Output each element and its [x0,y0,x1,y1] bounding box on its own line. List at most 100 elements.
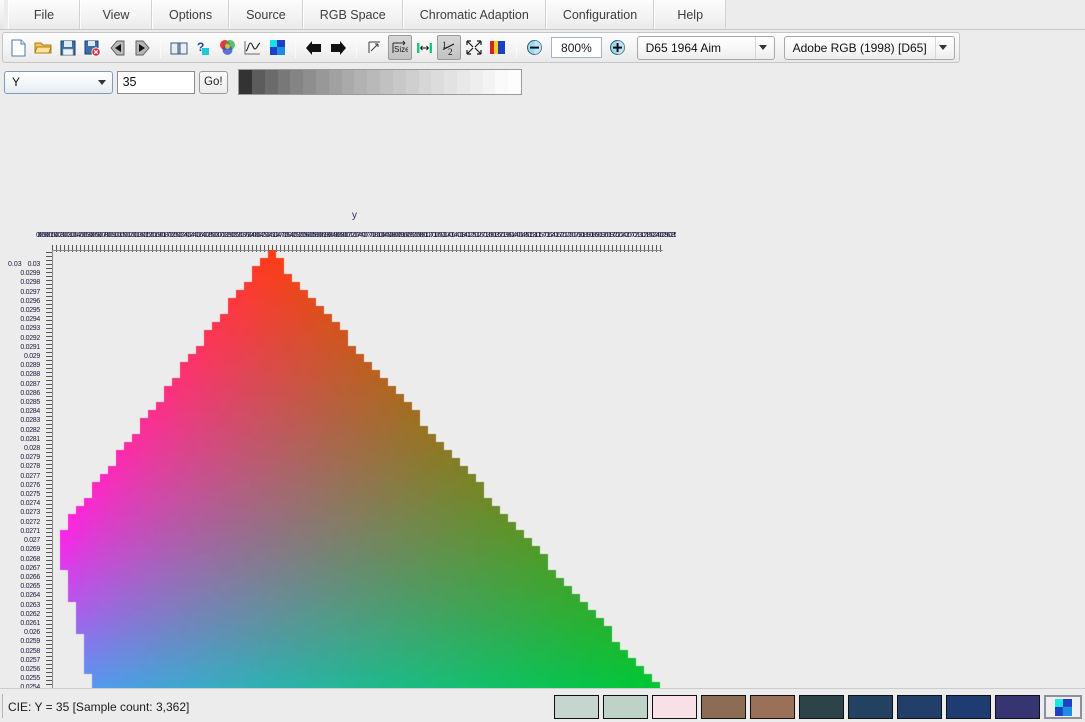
svg-text:2: 2 [448,47,453,56]
gamut-canvas[interactable] [52,250,664,722]
menu-item-label: Source [246,7,286,22]
menu-options[interactable]: Options [152,0,230,29]
gradient-step-13 [405,70,419,94]
menu-view[interactable]: View [80,0,152,29]
book-icon[interactable] [167,35,191,60]
fit-width-icon[interactable] [413,35,437,60]
aim-white-point-select[interactable]: D65 1964 Aim [636,35,775,60]
y-axis-title: y [352,210,357,221]
chevron-down-icon[interactable] [754,36,770,59]
menu-file[interactable]: File [8,0,80,29]
y-tick-label: 0.029 [23,353,40,361]
menu-item-label: RGB Space [319,7,386,22]
new-file-icon[interactable] [7,35,31,60]
y-tick-label: 0.027 [23,537,40,545]
menu-item-label: View [102,7,130,22]
gradient-step-17 [456,70,470,94]
color-swatch-0[interactable] [554,695,599,719]
curve-graph-icon[interactable] [241,35,265,60]
gradient-step-19 [482,70,496,94]
y-tick-label: 0.0268 [20,555,40,563]
arrow-right-icon[interactable] [327,35,351,60]
menu-configuration[interactable]: Configuration [545,0,655,29]
toolbar-separator [159,37,161,58]
y-tick-label: 0.0259 [20,638,40,646]
color-wheel-icon[interactable] [216,35,240,60]
arrow-left-icon[interactable] [302,35,326,60]
help-query-icon[interactable]: ? [191,35,215,60]
gradient-step-4 [290,70,304,94]
gradient-step-11 [380,70,393,94]
slice-value-input[interactable]: 35 [116,70,195,94]
color-bars-icon[interactable] [265,35,289,60]
color-swatch-1[interactable] [603,695,648,719]
y-tick-label: 0.0289 [20,362,40,370]
chevron-down-icon[interactable] [934,36,950,59]
y-tick-label: 0.0267 [20,564,40,572]
menu-bar: File View Options Source RGB Space Chromatic … [0,0,1085,30]
gradient-step-21 [508,70,521,94]
y-tick-label: 0.0285 [20,399,40,407]
y-tick-label: 0.0262 [20,610,40,618]
y-tick-label: 0.0266 [20,573,40,581]
color-swatch-3[interactable] [701,695,746,719]
save-icon[interactable] [56,35,80,60]
toolbar-separator [295,37,297,58]
zoom-out-icon[interactable] [523,35,547,60]
y-tick-label: 0.0283 [20,417,40,425]
y-tick-label: 0.0276 [20,481,40,489]
menu-chromatic-adaption[interactable]: Chromatic Adaption [402,0,546,29]
color-picker-icon[interactable] [1044,695,1082,719]
color-swatch-6[interactable] [848,695,893,719]
menu-item-label: File [33,7,55,22]
y-axis-tick-labels: 0.03 0.0299 0.0298 0.0297 0.0296 0.0295 0.0294… [2,260,40,722]
gradient-step-6 [316,70,329,94]
y-tick-label: 0.0297 [20,288,40,296]
menu-rgb-space[interactable]: RGB Space [302,0,403,29]
x-axis-tick-labels: 0.00090.00150.00230.00310.00420.00530.00… [36,232,676,239]
zoom-level-field[interactable]: 800% [550,37,602,58]
zoom-in-icon[interactable] [606,35,630,60]
gradient-step-5 [303,70,316,94]
color-swatch-5[interactable] [799,695,844,719]
recent-colors-palette [554,695,1082,719]
half-size-icon[interactable]: 12 [437,35,461,60]
step-forward-icon[interactable] [130,35,154,60]
svg-text:Size: Size [394,45,408,54]
open-folder-icon[interactable] [32,35,56,60]
layers-icon[interactable] [487,35,511,60]
gradient-step-15 [431,70,445,94]
y-tick-label: 0.0275 [20,491,40,499]
actual-size-icon[interactable]: Size [387,35,412,60]
step-back-icon[interactable] [106,35,130,60]
aim-white-point-value: D65 1964 Aim [645,40,722,55]
color-swatch-8[interactable] [946,695,991,719]
status-divider [2,694,3,718]
rgb-space-select[interactable]: Adobe RGB (1998) [D65] [783,35,955,60]
y-tick-label: 0.0261 [20,619,40,627]
gradient-step-1 [251,70,265,94]
luminance-gradient-strip [238,69,522,95]
color-swatch-2[interactable] [652,695,697,719]
slice-control-bar: Y 35 Go! [4,68,522,96]
color-swatch-9[interactable] [995,695,1040,719]
save-delete-icon[interactable] [81,35,105,60]
go-button[interactable]: Go! [198,70,229,94]
color-swatch-7[interactable] [897,695,942,719]
expand-icon[interactable] [462,35,486,60]
color-swatch-4[interactable] [750,695,795,719]
y-tick-label: 0.0256 [20,665,40,673]
fit-window-icon[interactable] [363,35,387,60]
axis-select[interactable]: Y [4,70,113,94]
y-tick-label: 0.0277 [20,472,40,480]
y-tick-label: 0.0287 [20,380,40,388]
y-tick-label: 0.0286 [20,389,40,397]
y-tick-label: 0.026 [23,629,40,637]
y-tick-label: 0.0263 [20,601,40,609]
menu-help[interactable]: Help [654,0,727,29]
y-tick-label: 0.0255 [20,675,40,683]
menu-source[interactable]: Source [229,0,303,29]
chevron-down-icon[interactable] [95,79,109,85]
y-tick-label: 0.0257 [20,656,40,664]
gradient-step-8 [341,70,355,94]
